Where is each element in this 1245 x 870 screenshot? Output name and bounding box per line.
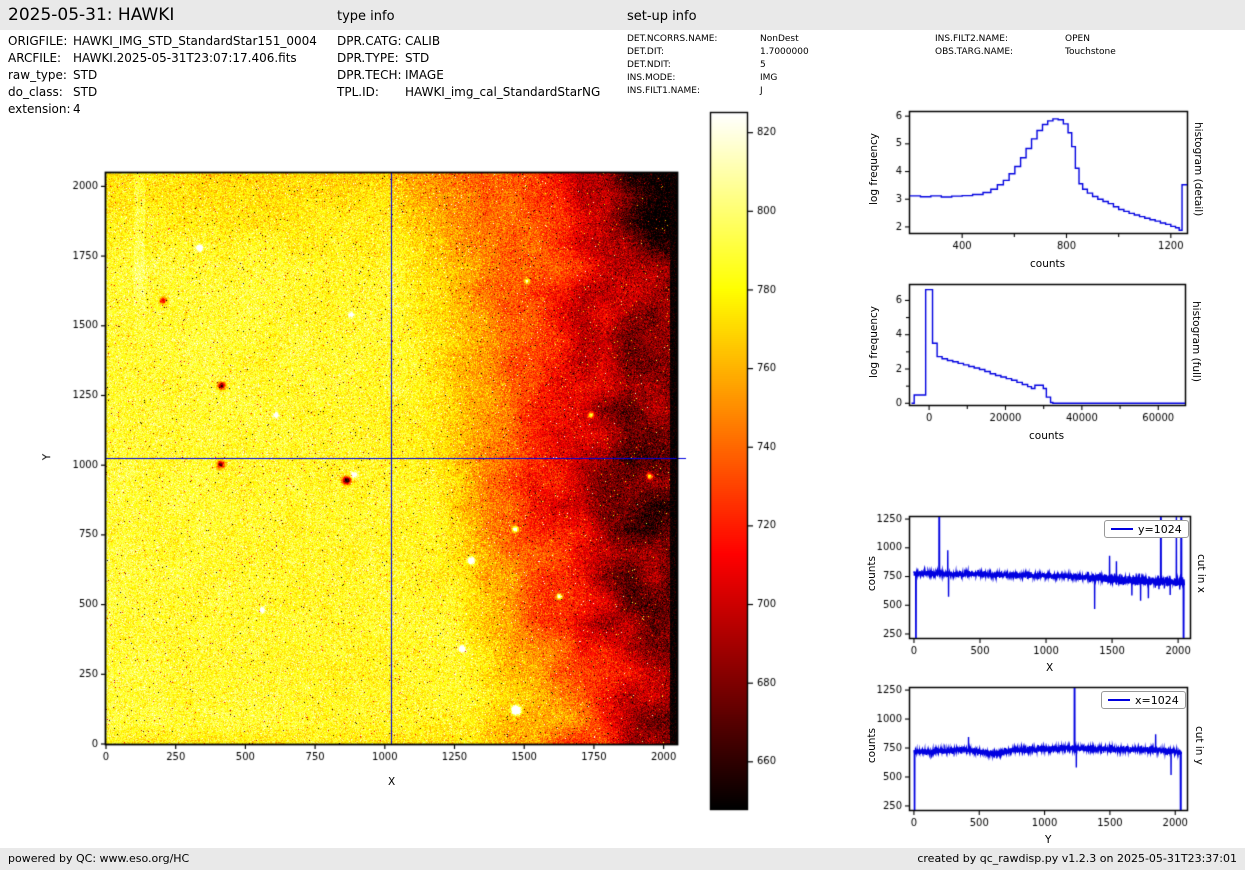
info-label: DPR.TECH: <box>337 68 402 82</box>
file-info-block: ORIGFILE: HAWKI_IMG_STD_StandardStar151_0… <box>8 33 317 118</box>
hist-detail-ylabel: log frequency <box>868 133 880 206</box>
info-label: ORIGFILE: <box>8 34 68 48</box>
info-label: DET.NCORRS.NAME: <box>627 34 718 44</box>
info-value: STD <box>73 85 98 99</box>
info-label: DPR.CATG: <box>337 34 402 48</box>
setup-info-block-col1: DET.NCORRS.NAME: NonDest DET.DIT: 1.7000000… <box>627 33 809 98</box>
info-value: HAWKI.2025-05-31T23:07:17.406.fits <box>73 51 297 65</box>
info-row: DPR.TYPE: STD <box>337 50 600 67</box>
info-label: INS.MODE: <box>627 73 676 83</box>
cut-y-xlabel: Y <box>1045 834 1052 846</box>
qc-report-page: 2025-05-31: HAWKI type info set-up info … <box>0 0 1245 870</box>
info-row: INS.FILT2.NAME: OPEN <box>935 33 1116 46</box>
cut-y-side-label: cut in y <box>1193 726 1205 766</box>
page-title: 2025-05-31: HAWKI <box>8 5 175 25</box>
info-row: extension: 4 <box>8 101 317 118</box>
info-value: IMAGE <box>405 68 444 82</box>
hist-full-xlabel: counts <box>1029 430 1065 442</box>
cut-y-legend: x=1024 <box>1101 691 1186 709</box>
cut-y-legend-label: x=1024 <box>1135 693 1179 707</box>
info-label: INS.FILT1.NAME: <box>627 86 701 96</box>
info-row: raw_type: STD <box>8 67 317 84</box>
info-value: STD <box>73 68 98 82</box>
main-ylabel: Y <box>41 453 54 461</box>
info-label: do_class: <box>8 85 63 99</box>
info-row: DET.NDIT: 5 <box>627 59 809 72</box>
legend-line-swatch <box>1111 528 1133 530</box>
info-row: DPR.TECH: IMAGE <box>337 67 600 84</box>
setup-info-block-col2: INS.FILT2.NAME: OPEN OBS.TARG.NAME: Touchst… <box>935 33 1116 59</box>
info-row: ORIGFILE: HAWKI_IMG_STD_StandardStar151_0… <box>8 33 317 50</box>
info-row: ARCFILE: HAWKI.2025-05-31T23:07:17.406.fi… <box>8 50 317 67</box>
info-row: TPL.ID: HAWKI_img_cal_StandardStarNG <box>337 84 600 101</box>
info-label: TPL.ID: <box>337 85 379 99</box>
hist-full-side-label: histogram (full) <box>1190 301 1202 382</box>
info-label: DET.NDIT: <box>627 60 671 70</box>
info-value: STD <box>405 51 430 65</box>
cut-x-xlabel: X <box>1046 662 1054 674</box>
info-row: OBS.TARG.NAME: Touchstone <box>935 46 1116 59</box>
info-label: INS.FILT2.NAME: <box>935 34 1009 44</box>
footer-left-text: powered by QC: www.eso.org/HC <box>8 852 190 865</box>
info-value: 5 <box>760 60 766 70</box>
info-value: HAWKI_img_cal_StandardStarNG <box>405 85 601 99</box>
info-value: J <box>760 86 763 96</box>
info-value: Touchstone <box>1065 47 1116 57</box>
info-value: CALIB <box>405 34 441 48</box>
info-value: OPEN <box>1065 34 1090 44</box>
setup-info-heading: set-up info <box>627 9 697 24</box>
info-row: INS.FILT1.NAME: J <box>627 85 809 98</box>
info-row: INS.MODE: IMG <box>627 72 809 85</box>
footer-right-text: created by qc_rawdisp.py v1.2.3 on 2025-… <box>917 852 1237 865</box>
info-value: 1.7000000 <box>760 47 809 57</box>
info-row: DET.DIT: 1.7000000 <box>627 46 809 59</box>
info-row: DPR.CATG: CALIB <box>337 33 600 50</box>
main-xlabel: X <box>388 776 396 788</box>
info-value: HAWKI_IMG_STD_StandardStar151_0004 <box>73 34 317 48</box>
cut-x-legend: y=1024 <box>1104 520 1189 538</box>
info-label: extension: <box>8 102 71 116</box>
hist-full-ylabel: log frequency <box>868 306 880 379</box>
info-value: NonDest <box>760 34 799 44</box>
info-label: raw_type: <box>8 68 67 82</box>
info-value: 4 <box>73 102 81 116</box>
cut-x-side-label: cut in x <box>1195 554 1207 594</box>
cut-y-ylabel: counts <box>866 728 878 764</box>
hist-detail-xlabel: counts <box>1030 258 1066 270</box>
cut-x-legend-label: y=1024 <box>1138 522 1182 536</box>
type-info-heading: type info <box>337 9 395 24</box>
header-bar <box>0 0 1245 30</box>
info-label: OBS.TARG.NAME: <box>935 47 1014 57</box>
info-label: DET.DIT: <box>627 47 665 57</box>
type-info-block: DPR.CATG: CALIB DPR.TYPE: STD DPR.TECH: IMAGE… <box>337 33 600 101</box>
info-row: do_class: STD <box>8 84 317 101</box>
cut-x-ylabel: counts <box>866 556 878 592</box>
info-label: ARCFILE: <box>8 51 62 65</box>
info-value: IMG <box>760 73 778 83</box>
info-label: DPR.TYPE: <box>337 51 399 65</box>
info-row: DET.NCORRS.NAME: NonDest <box>627 33 809 46</box>
hist-detail-side-label: histogram (detail) <box>1192 122 1204 217</box>
legend-line-swatch <box>1108 699 1130 701</box>
